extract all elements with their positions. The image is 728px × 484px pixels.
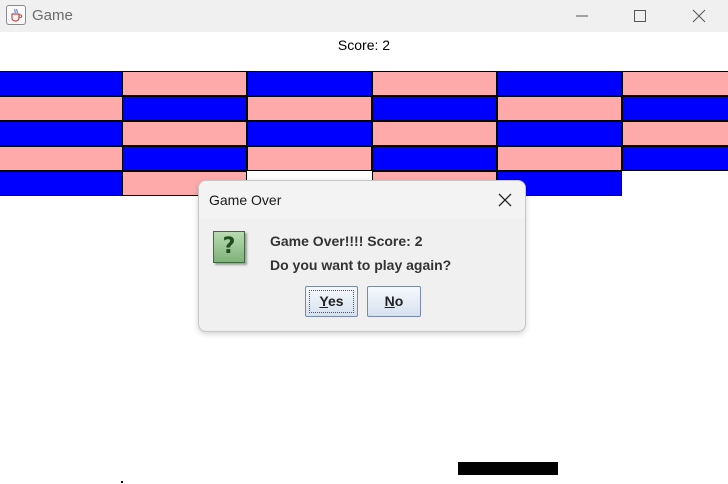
- no-label: o: [394, 293, 404, 309]
- no-mnemonic: N: [384, 293, 395, 309]
- window-title: Game: [32, 7, 73, 24]
- focus-ring: [309, 290, 354, 313]
- brick: [0, 121, 123, 146]
- brick: [622, 96, 728, 121]
- dialog-titlebar: Game Over: [199, 181, 525, 218]
- minimize-button[interactable]: [553, 0, 611, 32]
- question-icon: ?: [213, 231, 245, 263]
- window-titlebar: Game: [0, 0, 728, 32]
- minimize-icon: [576, 15, 588, 17]
- brick: [497, 71, 622, 96]
- brick: [372, 121, 497, 146]
- brick: [122, 96, 247, 121]
- game-over-message: Game Over!!!! Score: 2: [270, 233, 423, 249]
- brick: [497, 96, 622, 121]
- brick: [0, 96, 123, 121]
- brick: [372, 96, 497, 121]
- score-label: Score: 2: [337, 37, 391, 53]
- brick: [497, 146, 622, 171]
- brick: [622, 146, 728, 171]
- brick: [622, 71, 728, 96]
- brick: [247, 71, 372, 96]
- no-button[interactable]: No: [367, 286, 421, 317]
- maximize-button[interactable]: [611, 0, 669, 32]
- brick: [247, 121, 372, 146]
- brick: [0, 71, 123, 96]
- brick: [122, 71, 247, 96]
- close-button[interactable]: [670, 0, 728, 32]
- play-again-prompt: Do you want to play again?: [270, 257, 452, 273]
- dialog-title: Game Over: [209, 192, 282, 208]
- brick: [122, 121, 247, 146]
- brick: [247, 146, 372, 171]
- maximize-icon: [634, 10, 646, 22]
- brick: [372, 146, 497, 171]
- brick: [497, 121, 622, 146]
- close-icon: [692, 9, 706, 23]
- brick: [0, 171, 123, 196]
- yes-button[interactable]: Yes: [305, 286, 358, 317]
- game-over-dialog: Game Over ? Game Over!!!! Score: 2 Do yo…: [198, 180, 526, 332]
- paddle: [458, 462, 558, 475]
- brick: [622, 121, 728, 146]
- java-cup-icon[interactable]: [6, 5, 26, 25]
- brick: [247, 96, 372, 121]
- ball: [121, 481, 123, 483]
- close-icon: [498, 193, 512, 207]
- brick: [0, 146, 123, 171]
- dialog-close-button[interactable]: [491, 189, 519, 211]
- brick: [122, 146, 247, 171]
- brick: [372, 71, 497, 96]
